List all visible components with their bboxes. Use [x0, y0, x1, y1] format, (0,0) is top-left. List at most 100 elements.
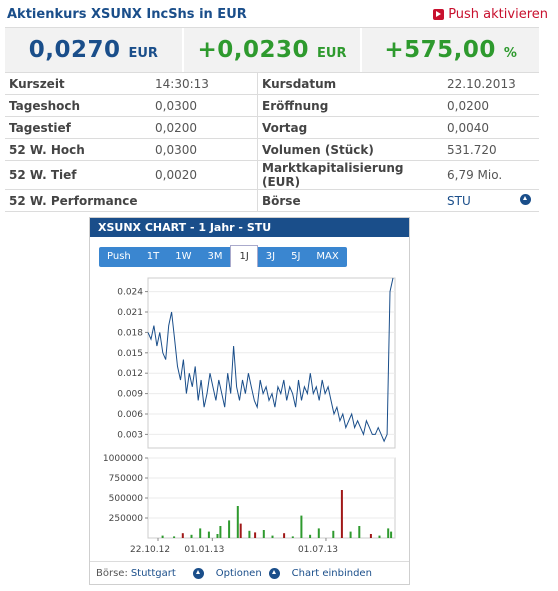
y-tick-label: 0.024 [117, 288, 143, 298]
volume-bar [358, 526, 361, 538]
embed-chart-link[interactable]: Chart einbinden [286, 568, 378, 579]
y-tick-label: 0.009 [117, 390, 143, 400]
stat-value: 14:30:13 [151, 73, 258, 95]
table-row: 52 W. Hoch 0,0300 Volumen (Stück) 531.72… [5, 138, 539, 161]
chart-plot: 0.024 0.021 0.018 0.015 0.012 0.009 0.006 0.003… [103, 277, 396, 555]
volume-bar [291, 536, 294, 538]
tab-1t[interactable]: 1T [139, 247, 167, 267]
stat-label: Börse [257, 189, 443, 212]
price-unit: EUR [128, 45, 158, 61]
chevron-up-icon[interactable] [520, 193, 531, 205]
volume-bar [317, 528, 320, 538]
volume-bar [216, 534, 219, 538]
volume-bar [349, 531, 352, 538]
push-label: Push aktivieren [448, 7, 548, 22]
exchange-select[interactable]: Börse: Stuttgart [90, 567, 210, 579]
y-tick-label: 0.006 [117, 410, 143, 420]
x-tick-label: 22.10.12 [130, 545, 170, 555]
y-tick-label: 0.021 [117, 308, 143, 318]
volume-bar [228, 520, 231, 538]
chevron-up-icon[interactable] [192, 567, 204, 579]
stat-label: Tagestief [5, 116, 151, 139]
chevron-up-icon[interactable] [268, 567, 280, 579]
tab-max[interactable]: MAX [308, 247, 346, 267]
price-value: 0,0270 [28, 37, 121, 63]
tab-3j[interactable]: 3J [258, 247, 283, 267]
y-tick-label: 500000 [109, 494, 144, 504]
volume-bar [300, 515, 303, 538]
stat-value: 531.720 [443, 138, 539, 161]
x-tick-label: 01.07.13 [298, 545, 338, 555]
volume-bar [239, 523, 242, 538]
chart-widget: XSUNX CHART - 1 Jahr - STU Push 1T 1W 3M… [89, 217, 410, 585]
y-tick-label: 0.018 [117, 328, 143, 338]
volume-bar [332, 530, 335, 538]
exchange-value[interactable]: Stuttgart [131, 568, 176, 579]
volume-bar [181, 533, 184, 538]
change-pct-cell: +575,00 % [362, 28, 539, 72]
volume-bar [378, 535, 381, 538]
x-tick-label: 01.01.13 [184, 545, 224, 555]
stat-label: Vortag [257, 116, 443, 139]
volume-bar [340, 490, 343, 538]
change-unit: EUR [317, 45, 347, 61]
stat-label: Marktkapitalisierung (EUR) [257, 160, 443, 190]
price-cell: 0,0270 EUR [5, 28, 184, 72]
y-tick-label: 0.003 [117, 430, 143, 440]
stat-value: 22.10.2013 [443, 73, 539, 95]
stat-value: 0,0020 [151, 160, 258, 190]
table-row: 52 W. Performance Börse STU [5, 189, 539, 212]
change-value: +0,0230 [197, 37, 310, 63]
volume-bar [236, 506, 239, 538]
stat-value: 0,0300 [151, 138, 258, 161]
stat-label: 52 W. Performance [5, 189, 151, 212]
volume-bar [309, 534, 312, 538]
exchange-cell: STU [443, 189, 539, 212]
exchange-label: Börse: [96, 567, 128, 579]
stat-label: 52 W. Tief [5, 160, 151, 190]
table-row: 52 W. Tief 0,0020 Marktkapitalisierung (… [5, 160, 539, 190]
chart-tabs: Push 1T 1W 3M 1J 3J 5J MAX [99, 245, 347, 267]
quote-row: 0,0270 EUR +0,0230 EUR +575,00 % [5, 27, 539, 73]
y-tick-label: 250000 [109, 514, 144, 524]
y-tick-label: 1000000 [103, 454, 143, 464]
volume-bar [369, 534, 372, 538]
stat-value: 6,79 Mio. [443, 160, 539, 190]
embed-label[interactable]: Chart einbinden [292, 568, 372, 579]
chart-header: XSUNX CHART - 1 Jahr - STU [90, 218, 409, 237]
tab-push[interactable]: Push [99, 247, 139, 267]
tab-5j[interactable]: 5J [283, 247, 308, 267]
tab-1w[interactable]: 1W [167, 247, 199, 267]
volume-bar [219, 526, 222, 538]
exchange-link[interactable]: STU [447, 194, 471, 208]
options-link[interactable]: Optionen [210, 567, 286, 579]
stat-label: Volumen (Stück) [257, 138, 443, 161]
volume-bar [262, 530, 265, 538]
options-label[interactable]: Optionen [216, 568, 262, 579]
stat-value: 0,0200 [151, 116, 258, 139]
y-tick-label: 0.015 [117, 349, 143, 359]
change-pct-value: +575,00 [384, 37, 496, 63]
tab-1j[interactable]: 1J [230, 245, 258, 267]
table-row: Tageshoch 0,0300 Eröffnung 0,0200 [5, 94, 539, 117]
push-icon [433, 9, 445, 20]
change-cell: +0,0230 EUR [184, 28, 363, 72]
volume-bar [283, 533, 286, 538]
volume-bar [199, 528, 202, 538]
table-row: Tagestief 0,0200 Vortag 0,0040 [5, 116, 539, 139]
stat-label: Kursdatum [257, 73, 443, 95]
stat-value [151, 189, 258, 212]
stat-value: 0,0040 [443, 116, 539, 139]
stat-value: 0,0300 [151, 94, 258, 117]
stat-label: Tageshoch [5, 94, 151, 117]
volume-bar [173, 536, 176, 538]
table-row: Kurszeit 14:30:13 Kursdatum 22.10.2013 [5, 73, 539, 95]
stat-label: Kurszeit [5, 73, 151, 95]
tab-3m[interactable]: 3M [199, 247, 230, 267]
push-activate-link[interactable]: Push aktivieren [433, 7, 548, 22]
volume-bar [161, 535, 164, 538]
stat-label: 52 W. Hoch [5, 138, 151, 161]
y-tick-label: 750000 [109, 474, 144, 484]
stat-value: 0,0200 [443, 94, 539, 117]
change-pct-unit: % [503, 45, 517, 61]
